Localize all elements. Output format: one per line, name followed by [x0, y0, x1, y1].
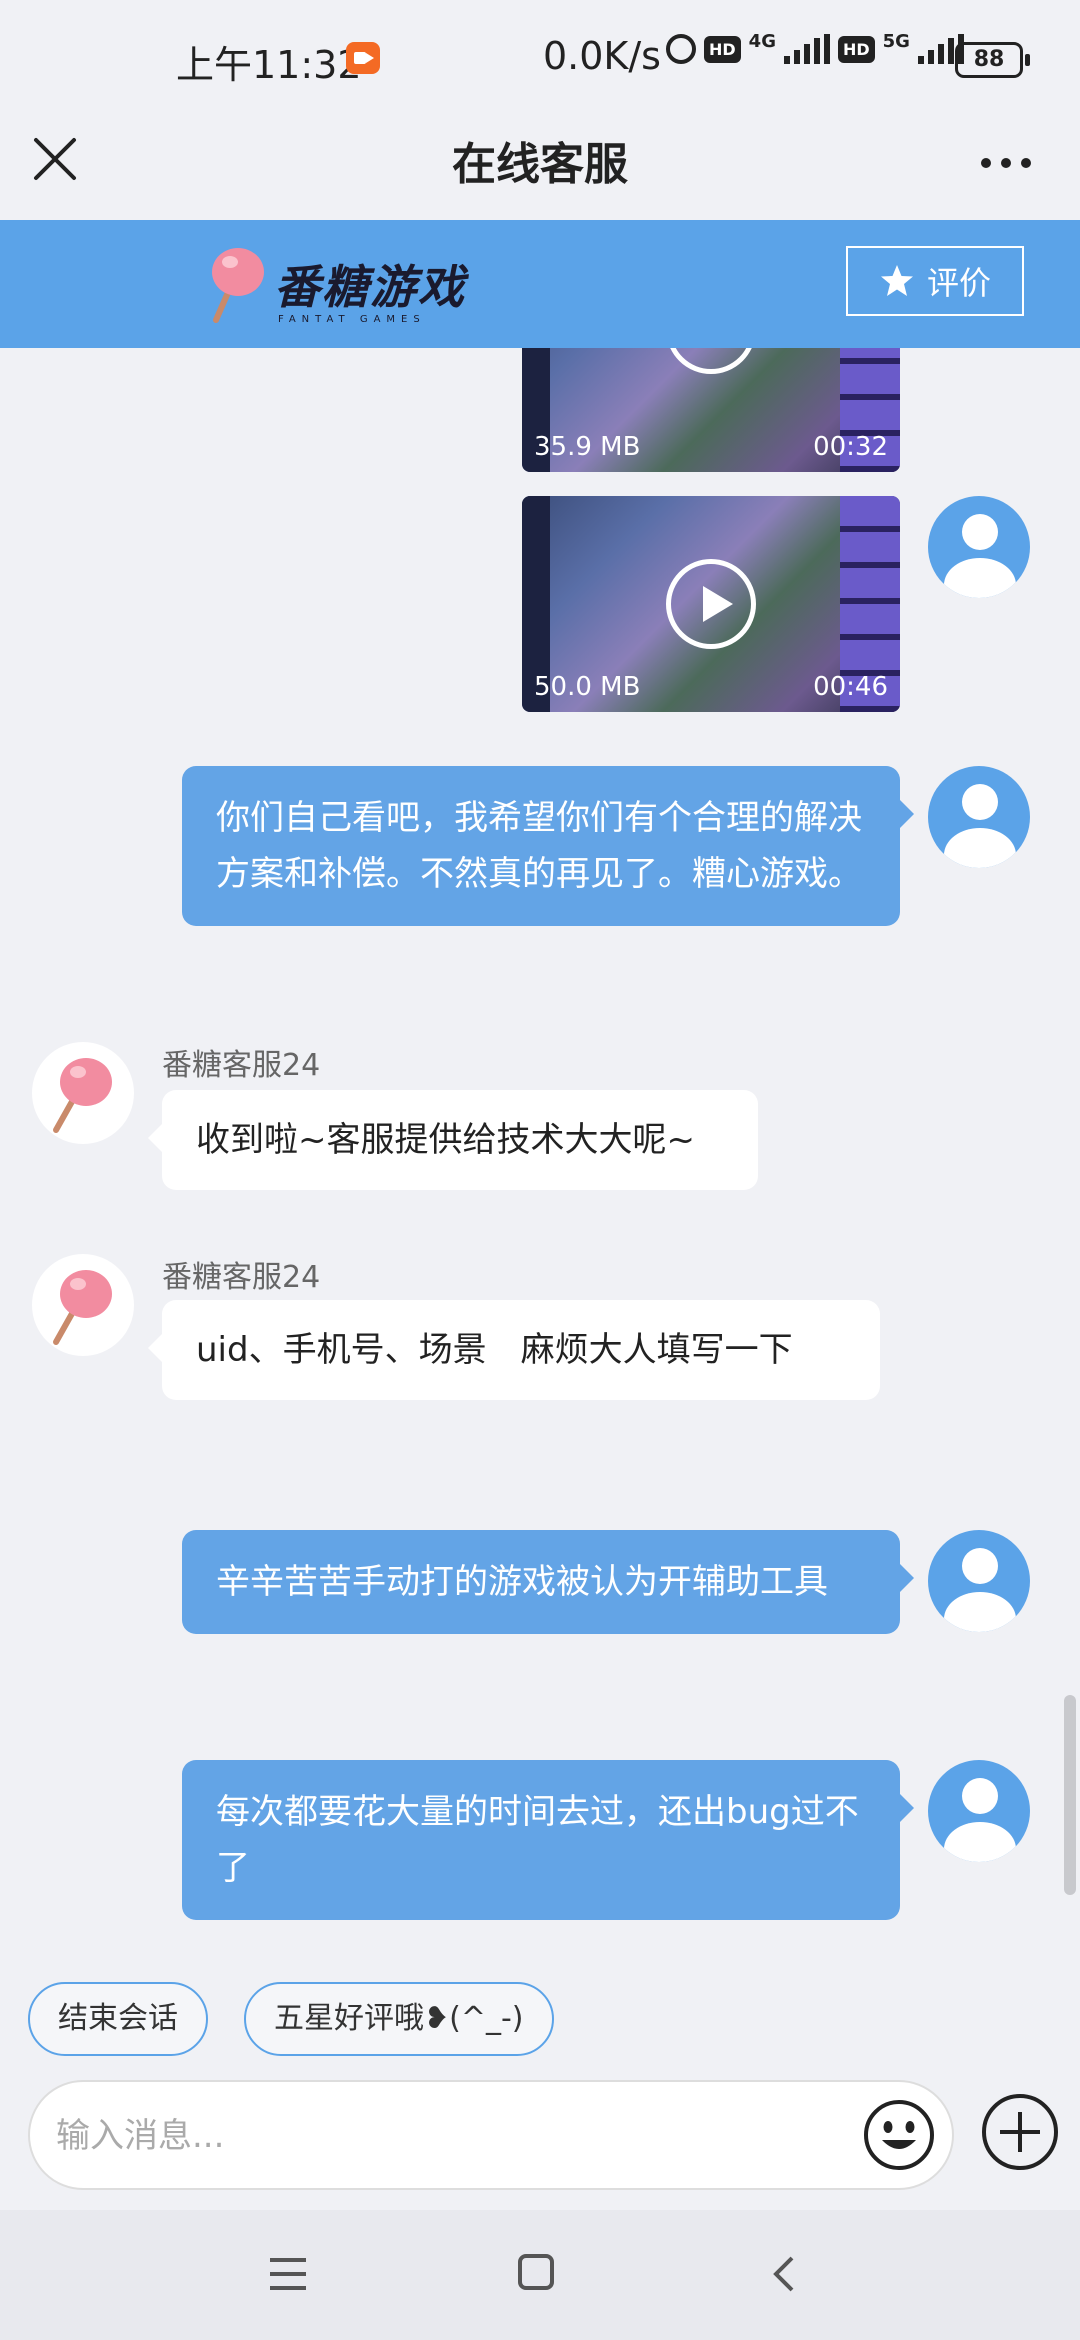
rate-button[interactable]: 评价	[846, 246, 1024, 316]
network-type: 4G	[748, 30, 776, 52]
quick-replies: 结束会话 五星好评哦❥(^_-)	[0, 1960, 1080, 2080]
play-icon[interactable]	[666, 348, 756, 374]
brand-logo: 番糖游戏 FANTAT GAMES	[204, 244, 466, 325]
more-icon[interactable]	[976, 148, 1036, 178]
video-size: 50.0 MB	[534, 672, 641, 702]
video-duration: 00:32	[813, 432, 888, 462]
brand-subtitle: FANTAT GAMES	[278, 314, 426, 325]
status-bar: 上午11:32 0.0K/s HD 4G HD 5G 88	[0, 0, 1080, 112]
screen-record-icon	[346, 42, 380, 74]
title-bar: 在线客服	[0, 112, 1080, 220]
system-nav-bar	[0, 2210, 1080, 2340]
message-input[interactable]	[54, 2102, 838, 2170]
home-icon[interactable]	[518, 2254, 554, 2290]
back-icon[interactable]	[770, 2254, 800, 2294]
video-duration: 00:46	[813, 672, 888, 702]
five-star-chip[interactable]: 五星好评哦❥(^_-)	[244, 1982, 554, 2056]
battery-icon: 88	[955, 42, 1030, 78]
cs-name: 番糖客服24	[162, 1048, 321, 1083]
user-avatar[interactable]	[928, 1760, 1030, 1862]
star-icon	[880, 265, 913, 296]
cs-message[interactable]: uid、手机号、场景 麻烦大人填写一下	[148, 1300, 880, 1400]
video-message[interactable]: 35.9 MB 00:32	[522, 348, 900, 472]
lollipop-icon	[212, 248, 264, 323]
play-icon[interactable]	[666, 559, 756, 649]
cs-avatar[interactable]	[32, 1254, 134, 1356]
page-title: 在线客服	[452, 139, 628, 190]
cs-message[interactable]: 收到啦~客服提供给技术大大呢~	[148, 1090, 758, 1190]
message-input-box	[28, 2080, 954, 2190]
cs-name: 番糖客服24	[162, 1260, 321, 1295]
network-type: 5G	[882, 30, 910, 52]
add-icon[interactable]	[980, 2092, 1060, 2172]
rate-label: 评价	[926, 264, 991, 302]
end-session-chip[interactable]: 结束会话	[28, 1982, 208, 2056]
user-avatar[interactable]	[928, 496, 1030, 598]
status-icons: HD 4G HD 5G	[666, 30, 964, 64]
brand-name: 番糖游戏	[274, 260, 466, 314]
lollipop-icon	[53, 1058, 112, 1133]
user-avatar[interactable]	[928, 766, 1030, 868]
alarm-icon	[666, 34, 696, 64]
emoji-icon[interactable]	[862, 2098, 936, 2172]
user-avatar[interactable]	[928, 1530, 1030, 1632]
status-time: 上午11:32	[176, 43, 362, 87]
scrollbar[interactable]	[1064, 1695, 1076, 1895]
menu-icon[interactable]	[268, 2256, 308, 2292]
user-message[interactable]: 你们自己看吧，我希望你们有个合理的解决方案和补偿。不然真的再见了。糟心游戏。	[182, 766, 914, 926]
signal-icon	[783, 34, 830, 64]
user-message[interactable]: 辛辛苦苦手动打的游戏被认为开辅助工具	[182, 1530, 914, 1634]
network-speed: 0.0K/s	[543, 34, 661, 78]
lollipop-icon	[53, 1270, 112, 1345]
video-message[interactable]: 50.0 MB 00:46	[522, 496, 900, 712]
hd-badge: HD	[704, 35, 741, 63]
brand-banner: 番糖游戏 FANTAT GAMES 评价	[0, 220, 1080, 348]
chat-area[interactable]: 35.9 MB 00:32 50.0 MB 00:46 你们自己看吧，我希望你们…	[0, 348, 1080, 1960]
cs-avatar[interactable]	[32, 1042, 134, 1144]
user-message[interactable]: 每次都要花大量的时间去过，还出bug过不了	[182, 1760, 914, 1920]
hd-badge: HD	[837, 35, 875, 63]
video-size: 35.9 MB	[534, 432, 641, 462]
